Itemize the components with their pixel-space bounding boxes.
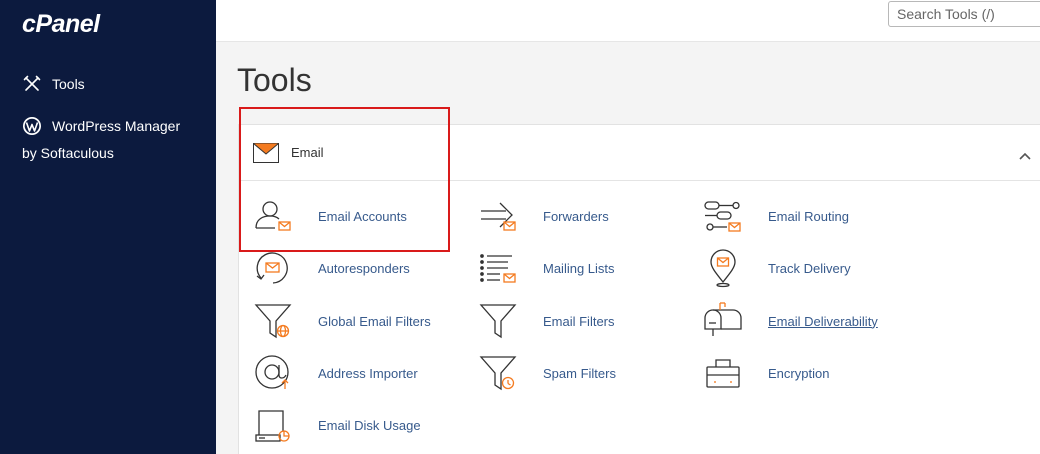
tool-label: Email Filters [543,313,615,329]
global-email-filters-icon [253,301,293,341]
forwarders-icon [478,196,518,236]
spam-filter-icon [478,353,518,393]
disk-usage-icon [253,405,293,445]
tools-icon [22,74,42,94]
filter-icon [478,301,518,341]
tool-label: Mailing Lists [543,260,615,276]
sidebar: cPanel Tools WordPress Manager by Softac… [0,0,216,454]
mailing-lists-icon [478,248,518,288]
envelope-icon [253,143,279,168]
email-routing-icon [703,196,743,236]
tool-label: Forwarders [543,208,609,224]
lock-icon [703,353,743,393]
sidebar-item-label: Tools [52,76,85,92]
page-title: Tools [237,62,312,98]
tool-email-disk-usage[interactable]: Email Disk Usage [253,405,421,445]
tool-mailing-lists[interactable]: Mailing Lists [478,248,615,288]
tool-global-email-filters[interactable]: Global Email Filters [253,301,431,341]
tool-label: Encryption [768,365,830,381]
email-accounts-icon [253,196,293,236]
panel-title: Email [291,145,324,160]
mailbox-icon [703,301,743,341]
cpanel-logo[interactable]: cPanel [22,10,100,39]
tool-track-delivery[interactable]: Track Delivery [703,248,851,288]
tool-email-deliverability[interactable]: Email Deliverability [703,301,878,341]
tool-email-accounts[interactable]: Email Accounts [253,196,407,236]
search-input[interactable] [888,1,1040,27]
tool-email-routing[interactable]: Email Routing [703,196,849,236]
tool-label: Email Routing [768,208,849,224]
sidebar-item-label: WordPress Manager [52,118,181,134]
tool-address-importer[interactable]: Address Importer [253,353,418,393]
tool-label: Email Deliverability [768,313,878,329]
sidebar-item-sublabel[interactable]: by Softaculous [22,145,114,161]
tool-label: Address Importer [318,365,418,381]
autoresponders-icon [253,248,293,288]
at-sign-icon [253,353,293,393]
tool-email-filters[interactable]: Email Filters [478,301,615,341]
tool-label: Autoresponders [318,260,410,276]
sidebar-item-wordpress-manager[interactable]: WordPress Manager [22,116,180,136]
wordpress-icon [22,116,42,136]
tool-label: Spam Filters [543,365,616,381]
tool-label: Email Disk Usage [318,417,421,433]
panel-header[interactable]: Email [239,125,1040,181]
sidebar-item-tools[interactable]: Tools [22,74,85,94]
tool-label: Email Accounts [318,208,407,224]
tool-label: Global Email Filters [318,313,431,329]
tool-label: Track Delivery [768,260,851,276]
chevron-up-icon[interactable] [1019,147,1031,165]
tool-spam-filters[interactable]: Spam Filters [478,353,616,393]
tool-encryption[interactable]: Encryption [703,353,829,393]
tool-autoresponders[interactable]: Autoresponders [253,248,410,288]
map-pin-icon [703,248,743,288]
tool-forwarders[interactable]: Forwarders [478,196,609,236]
